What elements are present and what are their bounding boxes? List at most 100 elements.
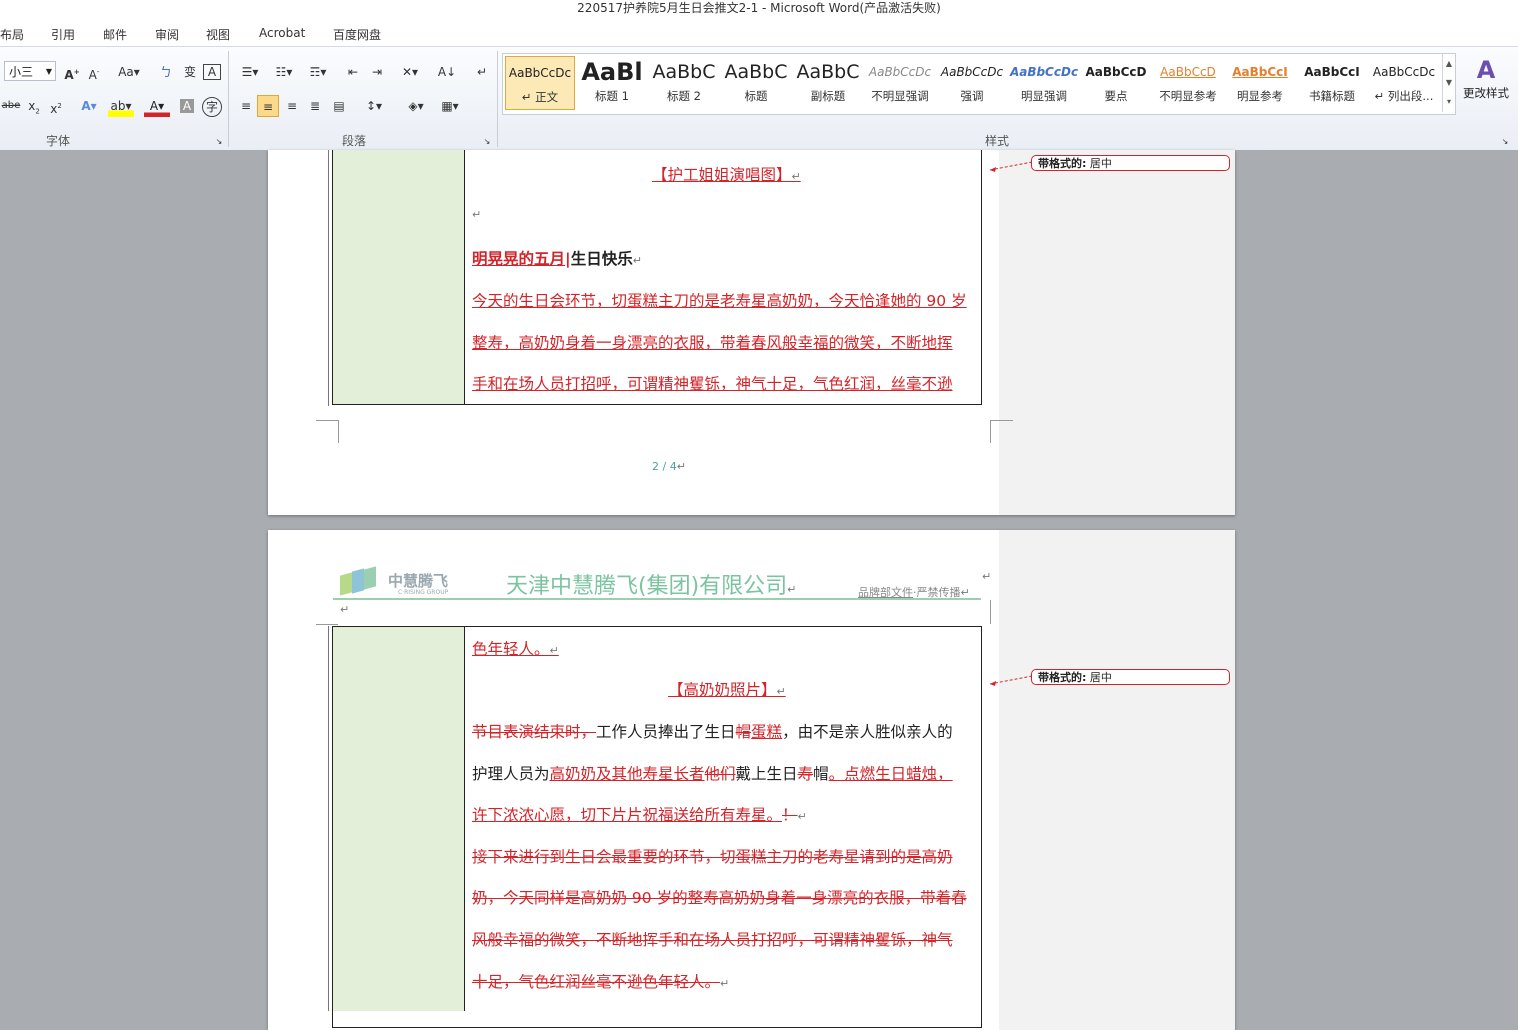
tracked-line: 许下浓浓心愿，切下片片祝福送给所有寿星。！↵ bbox=[472, 806, 807, 824]
char-border-icon[interactable]: 变 bbox=[180, 61, 200, 83]
align-right-icon[interactable]: ≡ bbox=[282, 95, 302, 117]
window-title: 220517护养院5月生日会推文2-1 - Microsoft Word(产品激… bbox=[0, 0, 1518, 18]
balloon-label: 带格式的: bbox=[1038, 671, 1087, 684]
paragraph-mark: ↵ bbox=[982, 570, 992, 583]
body-line: 整寿，高奶奶身着一身漂亮的衣服，带着春风般幸福的微笑，不断地挥 bbox=[472, 334, 953, 352]
grow-font-icon[interactable]: A+ bbox=[62, 61, 82, 83]
first-line-text: 色年轻人。 bbox=[472, 640, 550, 658]
style-preview: AaBbCcDc bbox=[508, 66, 572, 80]
logo-subtext: C·RISING GROUP bbox=[398, 589, 449, 596]
style-preview: AaBl bbox=[581, 58, 643, 86]
chevron-down-icon: ▼ bbox=[45, 67, 52, 76]
text-effect-icon[interactable]: A▾ bbox=[78, 95, 100, 117]
change-styles-button[interactable]: A 更改样式 bbox=[1460, 55, 1512, 101]
style-normal[interactable]: AaBbCcDc ↵ 正文 bbox=[505, 56, 575, 110]
format-balloon[interactable]: 带格式的: 居中 bbox=[1031, 155, 1230, 171]
highlight-icon[interactable]: ab▾ bbox=[108, 95, 134, 117]
style-name: 要点 bbox=[1104, 89, 1128, 103]
sort-icon[interactable]: A↓ bbox=[436, 61, 458, 83]
style-list-paragraph[interactable]: AaBbCcDc ↵ 列出段... bbox=[1369, 56, 1439, 110]
bullets-icon[interactable]: ☰▾ bbox=[236, 61, 264, 83]
menu-view[interactable]: 视图 bbox=[206, 26, 230, 43]
style-title[interactable]: AaBbC 标题 bbox=[721, 56, 791, 110]
style-name: 不明显强调 bbox=[871, 89, 929, 103]
style-preview: AaBbCcDc bbox=[1372, 65, 1436, 79]
font-size-select[interactable]: 小三 ▼ bbox=[4, 61, 56, 81]
body-line: 色年轻人。↵ bbox=[472, 640, 559, 658]
multilevel-list-icon[interactable]: ☶▾ bbox=[304, 61, 332, 83]
paragraph-mark: ↵ bbox=[472, 208, 482, 221]
style-heading2[interactable]: AaBbC 标题 2 bbox=[649, 56, 719, 110]
style-intense-emphasis[interactable]: AaBbCcDc 明显强调 bbox=[1009, 56, 1079, 110]
borders-icon[interactable]: ▦▾ bbox=[436, 95, 464, 117]
style-name: 副标题 bbox=[810, 89, 846, 103]
caption-text: 【高奶奶照片】 bbox=[668, 681, 777, 699]
style-preview: AaBbCcI bbox=[1232, 65, 1288, 79]
line-spacing-icon[interactable]: ↕▾ bbox=[360, 95, 388, 117]
body-line: 今天的生日会环节，切蛋糕主刀的是老寿星高奶奶，今天恰逢她的 90 岁 bbox=[472, 292, 967, 310]
justify-icon[interactable]: ≣ bbox=[305, 95, 325, 117]
photo-caption: 【高奶奶照片】↵ bbox=[668, 681, 786, 699]
font-color-icon[interactable]: A▾ bbox=[144, 95, 170, 117]
section-heading: 明晃晃的五月|生日快乐↵ bbox=[472, 250, 642, 268]
increase-indent-icon[interactable]: ⇥ bbox=[366, 61, 388, 83]
phonetic-icon[interactable]: ㄅ bbox=[156, 61, 176, 83]
inserted-text: 高奶奶及其他寿星长者 bbox=[549, 765, 705, 783]
gallery-scroll[interactable]: ▲ ▼ ▾ bbox=[1442, 54, 1455, 112]
strikethrough-icon[interactable]: abe bbox=[0, 95, 22, 117]
align-center-icon[interactable]: ≡ bbox=[257, 95, 279, 117]
balloon-value: 居中 bbox=[1089, 671, 1112, 684]
menu-references[interactable]: 引用 bbox=[51, 26, 75, 43]
menu-mailings[interactable]: 邮件 bbox=[103, 26, 127, 43]
align-left-icon[interactable]: ≡ bbox=[236, 95, 256, 117]
format-balloon[interactable]: 带格式的: 居中 bbox=[1031, 669, 1230, 685]
menu-baidu[interactable]: 百度网盘 bbox=[333, 26, 381, 43]
style-intense-reference[interactable]: AaBbCcI 明显参考 bbox=[1225, 56, 1295, 110]
shrink-font-icon[interactable]: A- bbox=[84, 61, 104, 83]
body-text: 护理人员为 bbox=[472, 765, 550, 783]
style-name: 标题 bbox=[744, 89, 768, 103]
crop-mark bbox=[990, 420, 1013, 443]
inserted-text: 。点燃生日蜡烛， bbox=[828, 765, 953, 783]
deleted-line: 十足，气色红润丝毫不逊色年轻人。↵ bbox=[472, 973, 730, 991]
deleted-text: 他们 bbox=[704, 765, 736, 783]
menu-layout[interactable]: 布局 bbox=[0, 26, 24, 43]
show-marks-icon[interactable]: ↵ bbox=[472, 61, 492, 83]
numbering-icon[interactable]: ☷▾ bbox=[270, 61, 298, 83]
distributed-icon[interactable]: ▤ bbox=[329, 95, 349, 117]
style-book-title[interactable]: AaBbCcI 书籍标题 bbox=[1297, 56, 1367, 110]
decrease-indent-icon[interactable]: ⇤ bbox=[342, 61, 364, 83]
enclosed-char-icon[interactable]: 字 bbox=[202, 97, 222, 117]
ribbon: 小三 ▼ A+ A- Aa▾ ㄅ 变 A abe x2 x2 A▾ ab▾ A▾ … bbox=[0, 46, 1518, 152]
tracked-line: 护理人员为高奶奶及其他寿星长者他们戴上生日寿帽。点燃生日蜡烛， bbox=[472, 762, 953, 784]
style-strong[interactable]: AaBbCcD 要点 bbox=[1081, 56, 1151, 110]
change-case-icon[interactable]: Aa▾ bbox=[116, 61, 142, 83]
menu-acrobat[interactable]: Acrobat bbox=[259, 26, 305, 40]
menu-review[interactable]: 审阅 bbox=[155, 26, 179, 43]
heading-rest: 生日快乐 bbox=[570, 250, 633, 268]
margin-line bbox=[328, 626, 329, 1011]
char-shading-icon[interactable]: A bbox=[180, 99, 194, 113]
style-emphasis[interactable]: AaBbCcDc 强调 bbox=[937, 56, 1007, 110]
crop-mark bbox=[990, 600, 991, 624]
subscript-icon[interactable]: x2 bbox=[24, 95, 44, 117]
style-subtle-reference[interactable]: AaBbCcD 不明显参考 bbox=[1153, 56, 1223, 110]
superscript-icon[interactable]: x2 bbox=[46, 95, 66, 117]
deleted-text: 寿 bbox=[797, 765, 814, 783]
page-number: 2 / 4↵ bbox=[652, 460, 686, 473]
menu-bar: 布局 引用 邮件 审阅 视图 Acrobat 百度网盘 bbox=[0, 18, 1518, 48]
paragraph-group-label: 段落 bbox=[342, 134, 367, 148]
font-size-value: 小三 bbox=[9, 65, 34, 79]
shading-icon[interactable]: ◈▾ bbox=[402, 95, 430, 117]
table-left-cell bbox=[333, 627, 465, 1011]
chinese-layout-icon[interactable]: ✕▾ bbox=[396, 61, 424, 83]
deleted-line: 奶，今天同样是高奶奶 90 岁的整寿高奶奶身着一身漂亮的衣服，带着春 bbox=[472, 889, 967, 907]
style-name: 明显参考 bbox=[1237, 89, 1283, 103]
enclose-char-icon[interactable]: A bbox=[203, 64, 221, 80]
style-heading1[interactable]: AaBl 标题 1 bbox=[577, 56, 647, 110]
style-subtle-emphasis[interactable]: AaBbCcDc 不明显强调 bbox=[865, 56, 935, 110]
body-text: ，由不是亲人胜似亲人的 bbox=[782, 723, 953, 741]
heading-bold: 明晃晃的五月 bbox=[472, 250, 566, 268]
style-preview: AaBbCcDc bbox=[940, 65, 1004, 79]
style-subtitle[interactable]: AaBbC 副标题 bbox=[793, 56, 863, 110]
